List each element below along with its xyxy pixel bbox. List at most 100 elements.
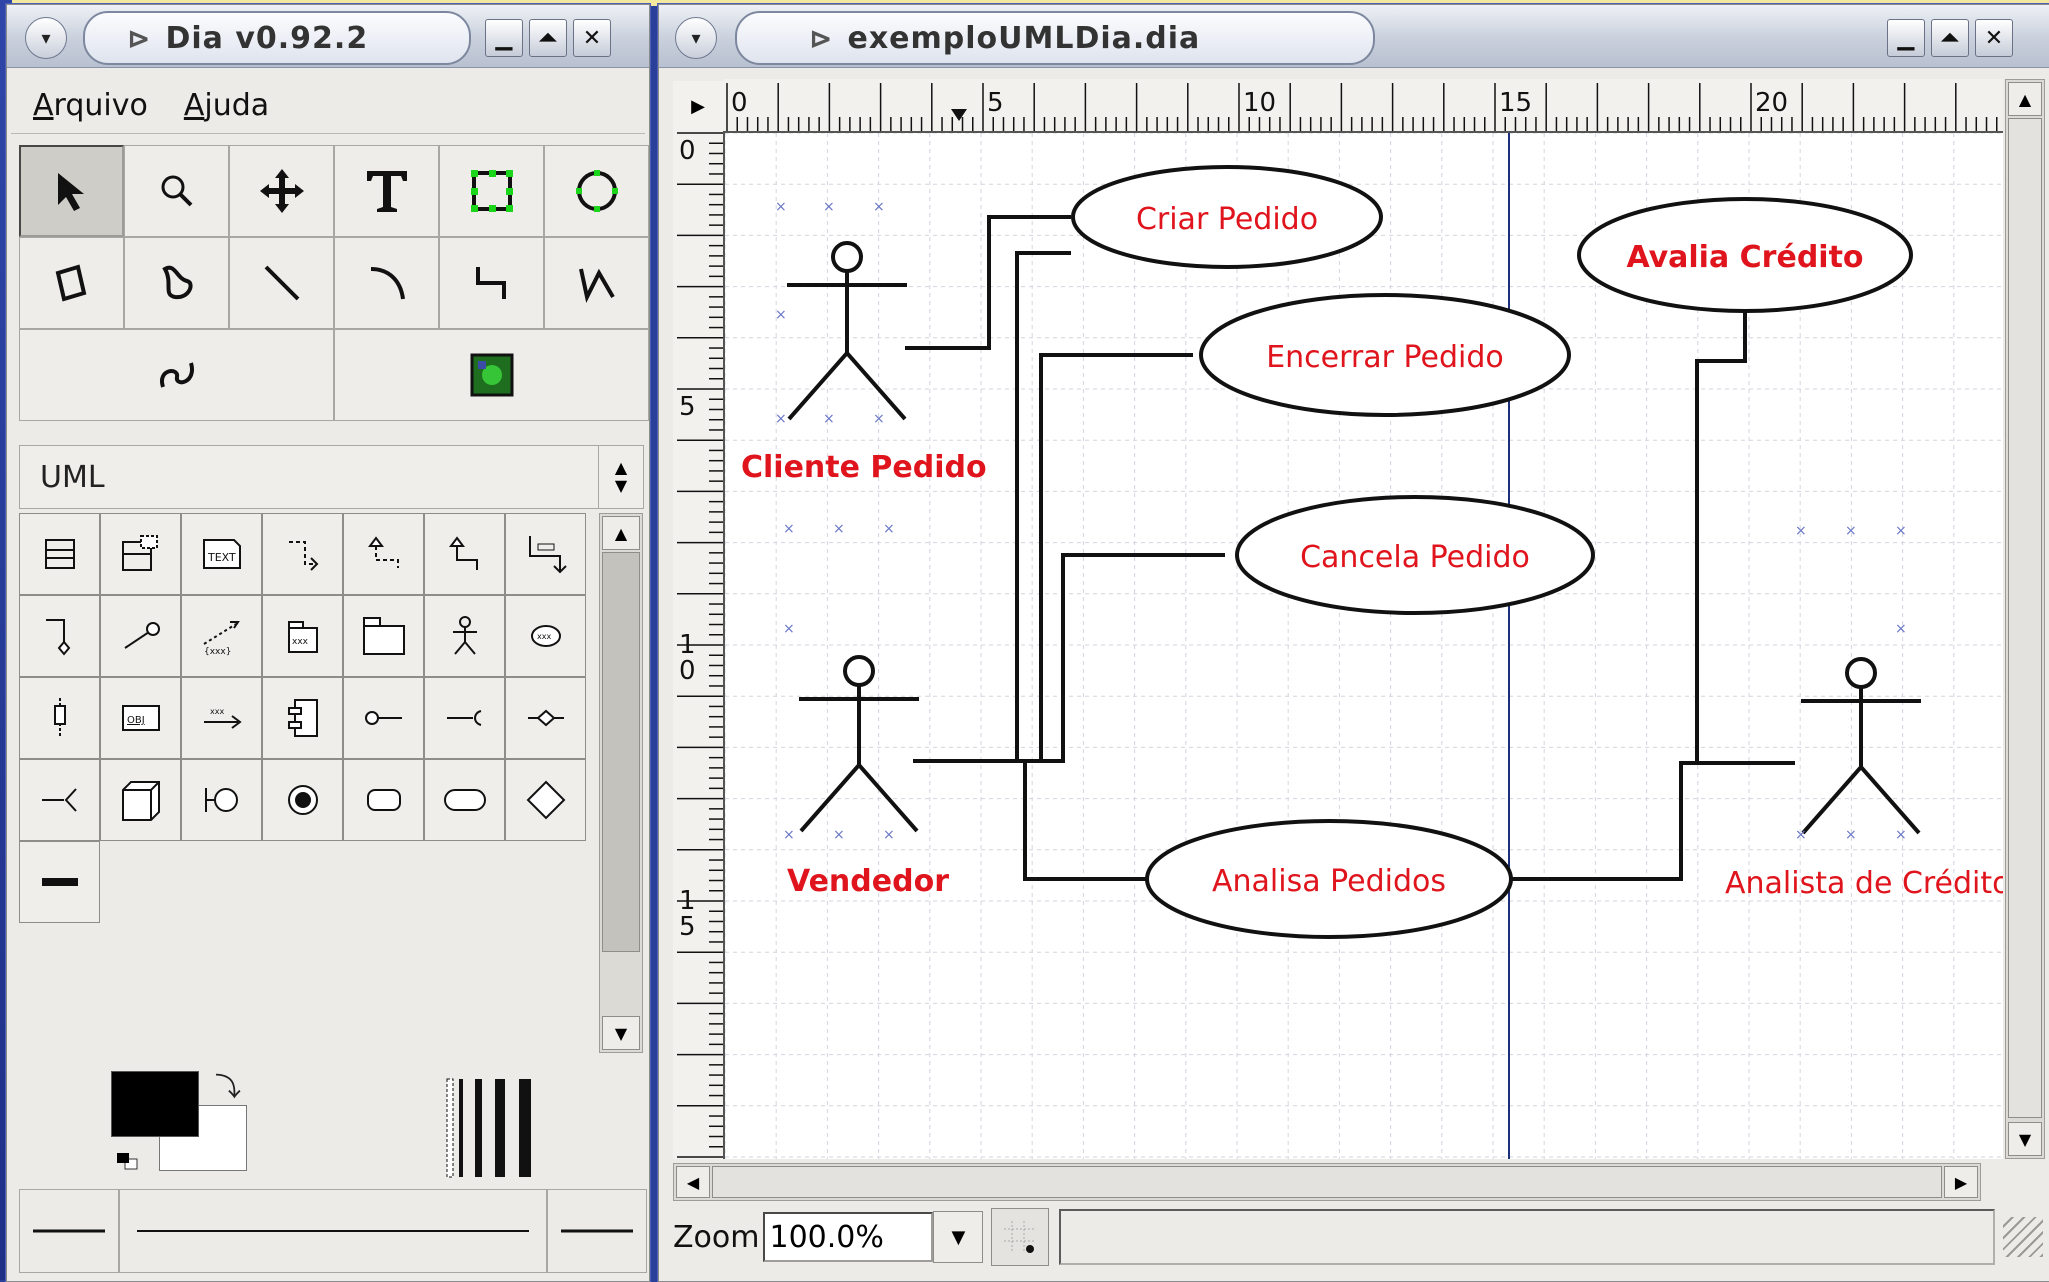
uml-constraint-tool[interactable]: {xxx}: [181, 595, 262, 677]
resize-grip-icon[interactable]: [2003, 1217, 2044, 1257]
usecase-avalia-credito[interactable]: Avalia Crédito: [1577, 197, 1913, 313]
uml-component-tool[interactable]: [262, 677, 343, 759]
usecase-criar-pedido[interactable]: Criar Pedido: [1071, 165, 1383, 269]
uml-connector-tool[interactable]: [19, 759, 100, 841]
palette-scrollbar[interactable]: ▲ ▼: [599, 513, 643, 1053]
tool-beziergon[interactable]: [124, 237, 229, 329]
horizontal-ruler-ticks: 0 5 10 15 20: [726, 83, 1998, 131]
diagram-vertical-scrollbar[interactable]: ▲ ▼: [2005, 79, 2045, 1159]
uml-implements-tool[interactable]: [100, 595, 181, 677]
uml-note-tool[interactable]: TEXT: [181, 513, 262, 595]
uml-large-package-tool[interactable]: [343, 595, 424, 677]
actor-vendedor[interactable]: [799, 655, 919, 833]
uml-generalization-tool[interactable]: [424, 513, 505, 595]
diagram-menu-button[interactable]: ▾: [675, 17, 717, 59]
end-arrow-selector[interactable]: [547, 1189, 647, 1273]
maximize-icon: ⏶: [539, 25, 557, 51]
tool-magnify[interactable]: [124, 145, 229, 237]
implements-icon: [123, 622, 160, 649]
diagram-canvas[interactable]: Criar Pedido Encerrar Pedido Cancela Ped…: [725, 133, 2003, 1159]
close-button[interactable]: ✕: [1975, 19, 2013, 57]
menu-ajuda[interactable]: Ajuda: [184, 88, 269, 123]
ruler-corner[interactable]: ▶: [673, 81, 723, 131]
uml-shape-palette: TEXT {xxx} xxx xxx OBJ xxx: [19, 513, 595, 923]
minimize-button[interactable]: ▁: [485, 19, 523, 57]
scroll-thumb[interactable]: [602, 552, 640, 952]
uml-state-tool[interactable]: [343, 759, 424, 841]
menu-arquivo[interactable]: Arquivo: [33, 88, 148, 123]
uml-association-tool[interactable]: [505, 513, 586, 595]
zoom-dropdown-button[interactable]: ▼: [933, 1211, 984, 1263]
tool-line[interactable]: [229, 237, 334, 329]
zoom-input[interactable]: 100.0%: [763, 1212, 934, 1262]
minimize-button[interactable]: ▁: [1887, 19, 1925, 57]
uml-lifeline-tool[interactable]: [19, 677, 100, 759]
ruler-h-label-10: 10: [1243, 88, 1276, 118]
uml-actor-tool[interactable]: [424, 595, 505, 677]
diagram-vertical-thumb[interactable]: [2008, 118, 2042, 1118]
uml-node-tool[interactable]: [100, 759, 181, 841]
uml-message-tool[interactable]: xxx: [181, 677, 262, 759]
window-menu-button[interactable]: ▾: [25, 17, 67, 59]
tool-image[interactable]: [334, 329, 649, 421]
line-style-selector[interactable]: [119, 1189, 547, 1273]
snap-to-grid-toggle[interactable]: [991, 1208, 1050, 1266]
uml-required-interface-tool[interactable]: [424, 677, 505, 759]
tool-text[interactable]: [334, 145, 439, 237]
tool-polygon[interactable]: [19, 237, 124, 329]
foreground-color-swatch[interactable]: [111, 1071, 199, 1137]
diagram-horizontal-scrollbar[interactable]: ◀ ▶: [673, 1163, 1981, 1201]
tool-ellipse[interactable]: [544, 145, 649, 237]
zoom-label: Zoom: [673, 1219, 760, 1255]
maximize-button[interactable]: ⏶: [529, 19, 567, 57]
diagram-horizontal-thumb[interactable]: [712, 1166, 1942, 1198]
arc-tool-icon: [370, 267, 405, 300]
uml-realizes-tool[interactable]: [343, 513, 424, 595]
diagram-scroll-left-button[interactable]: ◀: [676, 1166, 710, 1198]
start-arrow-selector[interactable]: [19, 1189, 119, 1273]
reset-colors-icon[interactable]: [113, 1149, 141, 1173]
usecase-criar-label: Criar Pedido: [1136, 202, 1318, 237]
horizontal-ruler: 0 5 10 15 20: [723, 79, 2003, 133]
connection-point-cross: ×: [833, 521, 845, 537]
tool-arc[interactable]: [334, 237, 439, 329]
uml-classicon-tool[interactable]: [181, 759, 262, 841]
uml-template-class-tool[interactable]: [100, 513, 181, 595]
sheet-selector[interactable]: UML ▲ ▼: [19, 445, 644, 509]
tool-polyline[interactable]: [544, 237, 649, 329]
line-style-bar: [19, 1189, 647, 1273]
tool-scroll[interactable]: [229, 145, 334, 237]
scroll-down-button[interactable]: ▼: [602, 1016, 640, 1050]
usecase-encerrar-pedido[interactable]: Encerrar Pedido: [1199, 293, 1571, 417]
tool-zigzagline[interactable]: [439, 237, 544, 329]
uml-decision-tool[interactable]: [505, 759, 586, 841]
diagram-scroll-right-button[interactable]: ▶: [1944, 1166, 1978, 1198]
uml-aggregation-tool[interactable]: [19, 595, 100, 677]
usecase-analisa-pedidos[interactable]: Analisa Pedidos: [1145, 819, 1513, 939]
uml-object-tool[interactable]: OBJ: [100, 677, 181, 759]
uml-usecase-tool[interactable]: xxx: [505, 595, 586, 677]
uml-small-package-tool[interactable]: xxx: [262, 595, 343, 677]
connection-point-cross: ×: [823, 411, 835, 427]
line-width-area[interactable]: [439, 1073, 559, 1183]
scroll-up-button[interactable]: ▲: [602, 516, 640, 550]
maximize-button[interactable]: ⏶: [1931, 19, 1969, 57]
usecase-cancela-pedido[interactable]: Cancela Pedido: [1235, 495, 1595, 615]
uml-fork-tool[interactable]: [19, 841, 100, 923]
close-button[interactable]: ✕: [573, 19, 611, 57]
uml-dependency-tool[interactable]: [262, 513, 343, 595]
swap-colors-icon[interactable]: ⤵: [215, 1067, 241, 1104]
actor-cliente-pedido[interactable]: [787, 241, 907, 421]
uml-class-tool[interactable]: [19, 513, 100, 595]
uml-component-feature-tool[interactable]: [343, 677, 424, 759]
uml-branch-tool[interactable]: [505, 677, 586, 759]
uml-activity-tool[interactable]: [424, 759, 505, 841]
uml-state-term-tool[interactable]: [262, 759, 343, 841]
tool-bezierline[interactable]: [19, 329, 334, 421]
diagram-scroll-up-button[interactable]: ▲: [2008, 82, 2042, 116]
tool-box[interactable]: [439, 145, 544, 237]
diagram-titlebar[interactable]: ▾ ⊳ exemploUMLDia.dia ▁ ⏶ ✕: [659, 5, 2049, 68]
tool-modify[interactable]: [19, 145, 124, 237]
diagram-scroll-down-button[interactable]: ▼: [2008, 1122, 2042, 1156]
toolbox-titlebar[interactable]: ▾ ⊳ Dia v0.92.2 ▁ ⏶ ✕: [7, 5, 649, 68]
